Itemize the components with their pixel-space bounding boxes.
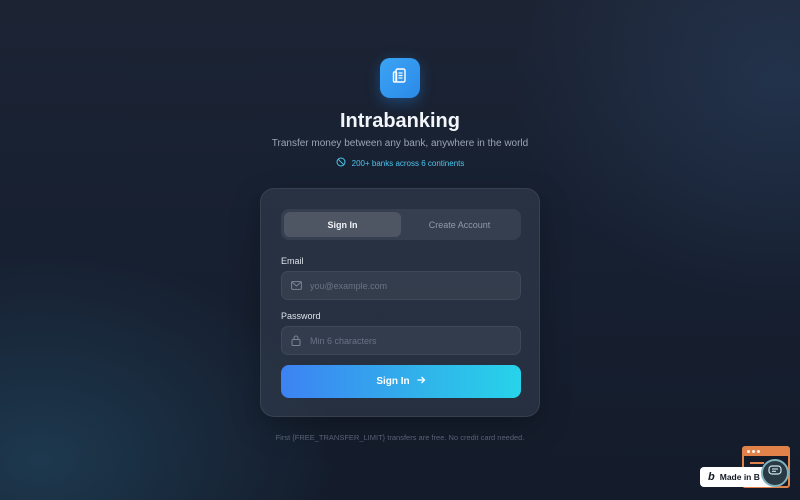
helper-line [750, 462, 764, 464]
auth-tabs: Sign In Create Account [281, 209, 521, 240]
password-label: Password [281, 311, 321, 321]
app-logo [380, 58, 420, 98]
helper-titlebar [744, 448, 788, 456]
chat-assistant-button[interactable] [761, 459, 789, 487]
made-in-text: Made in B [719, 472, 760, 482]
password-field[interactable] [310, 335, 510, 346]
app-title: Intrabanking [339, 110, 460, 132]
password-field-wrapper [281, 326, 521, 355]
window-dot-icon [747, 450, 750, 453]
email-label: Email [281, 256, 304, 266]
email-field-wrapper [281, 271, 521, 300]
email-field[interactable] [310, 280, 510, 291]
sign-in-button-label: Sign In [376, 376, 410, 387]
lock-icon [290, 335, 302, 347]
chat-icon [768, 464, 782, 482]
globe-slash-icon [336, 157, 346, 169]
coverage-badge-text: 200+ banks across 6 continents [351, 158, 465, 168]
made-in-logo-icon: b [708, 471, 715, 483]
coverage-badge: 200+ banks across 6 continents [0, 157, 800, 169]
auth-card: Sign In Create Account Email Password Si… [260, 188, 540, 417]
arrow-right-icon [416, 375, 426, 388]
free-transfer-note: First {FREE_TRANSFER_LIMIT} transfers ar… [275, 433, 525, 442]
window-dot-icon [752, 450, 755, 453]
tab-create-account[interactable]: Create Account [401, 212, 518, 237]
app-tagline: Transfer money between any bank, anywher… [271, 138, 529, 149]
window-dot-icon [757, 450, 760, 453]
tab-sign-in[interactable]: Sign In [284, 212, 401, 237]
document-icon [391, 67, 409, 90]
sign-in-button[interactable]: Sign In [281, 365, 521, 398]
mail-icon [290, 280, 302, 292]
